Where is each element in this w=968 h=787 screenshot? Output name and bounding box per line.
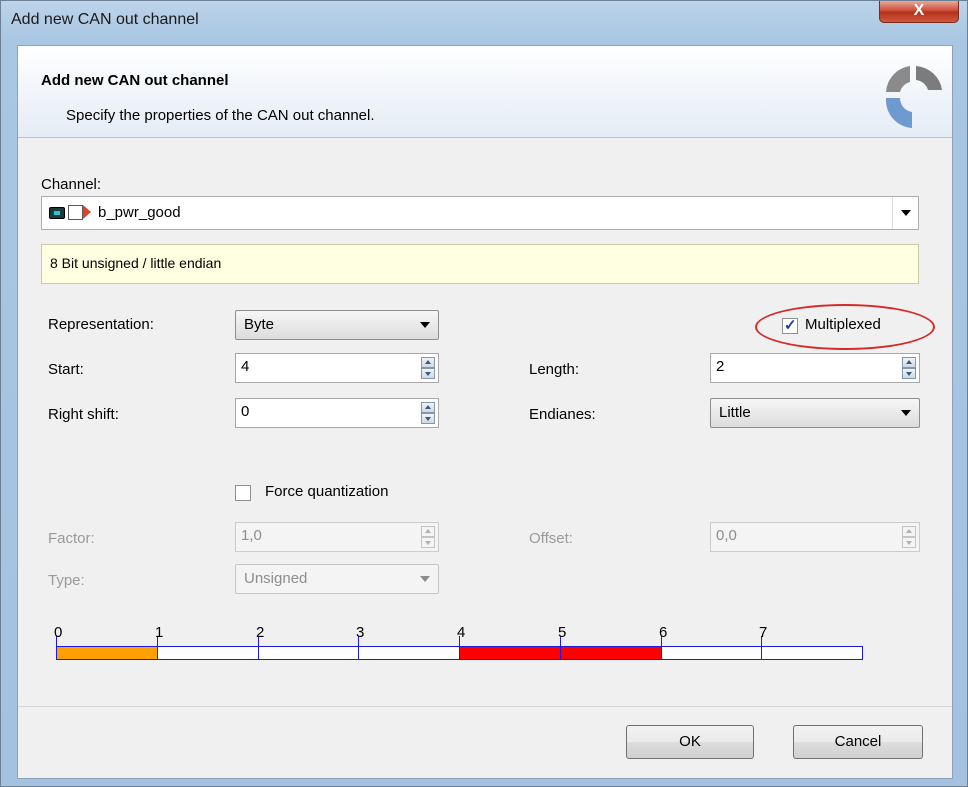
start-value: 4 — [241, 358, 250, 375]
footer-separator — [18, 706, 952, 707]
offset-label: Offset: — [529, 530, 573, 547]
offset-spinner[interactable] — [902, 526, 916, 548]
channel-dropdown-button[interactable] — [892, 197, 918, 229]
bit-cell — [56, 646, 158, 660]
force-quantization-checkbox[interactable] — [235, 485, 251, 501]
factor-input[interactable]: 1,0 — [235, 522, 439, 552]
channel-info: 8 Bit unsigned / little endian — [41, 244, 919, 284]
spin-up-icon[interactable] — [421, 357, 435, 368]
force-quantization-label: Force quantization — [265, 483, 389, 500]
endianes-label: Endianes: — [529, 406, 596, 423]
close-button[interactable]: X — [879, 1, 959, 23]
length-label: Length: — [529, 361, 580, 378]
endianes-select[interactable]: Little — [710, 398, 920, 428]
output-arrow-icon — [83, 205, 91, 219]
spin-down-icon[interactable] — [902, 368, 916, 379]
representation-label: Representation: — [48, 316, 154, 333]
length-value: 2 — [716, 358, 725, 375]
spin-down-icon[interactable] — [902, 537, 916, 548]
start-input[interactable]: 4 — [235, 353, 439, 383]
spin-up-icon[interactable] — [421, 402, 435, 413]
bit-index-label: 0 — [54, 624, 63, 641]
spin-up-icon[interactable] — [902, 357, 916, 368]
signal-icon — [68, 205, 83, 220]
device-icon — [49, 207, 65, 219]
length-spinner[interactable] — [902, 357, 916, 379]
factor-label: Factor: — [48, 530, 95, 547]
bit-cell — [358, 646, 460, 660]
dialog-client: Add new CAN out channel Specify the prop… — [17, 45, 953, 779]
factor-spinner[interactable] — [421, 526, 435, 548]
bit-cell — [157, 646, 259, 660]
bit-cell — [560, 646, 662, 660]
highlight-circle — [755, 304, 935, 350]
length-input[interactable]: 2 — [710, 353, 920, 383]
right-shift-spinner[interactable] — [421, 402, 435, 424]
chevron-down-icon — [420, 322, 430, 328]
header-subtitle: Specify the properties of the CAN out ch… — [66, 107, 375, 124]
bit-index-label: 5 — [558, 624, 567, 641]
bit-index-label: 2 — [256, 624, 265, 641]
bit-layout-bar: 0 1 2 3 4 5 6 7 — [54, 624, 863, 660]
right-shift-input[interactable]: 0 — [235, 398, 439, 428]
type-label: Type: — [48, 572, 85, 589]
bit-index-label: 6 — [659, 624, 668, 641]
chevron-down-icon — [420, 576, 430, 582]
bit-cell — [661, 646, 762, 660]
representation-select[interactable]: Byte — [235, 310, 439, 340]
start-spinner[interactable] — [421, 357, 435, 379]
channel-label: Channel: — [41, 176, 102, 193]
offset-value: 0,0 — [716, 527, 737, 544]
offset-input[interactable]: 0,0 — [710, 522, 920, 552]
dialog-window: Add new CAN out channel X Add new CAN ou… — [0, 0, 968, 787]
spin-down-icon[interactable] — [421, 413, 435, 424]
right-shift-label: Right shift: — [48, 406, 119, 423]
bit-index-label: 1 — [155, 624, 164, 641]
spin-down-icon[interactable] — [421, 368, 435, 379]
type-select[interactable]: Unsigned — [235, 564, 439, 594]
chevron-down-icon — [901, 210, 911, 216]
bit-index-label: 7 — [759, 624, 768, 641]
channel-value: b_pwr_good — [98, 204, 181, 221]
type-value: Unsigned — [244, 570, 308, 587]
window-title: Add new CAN out channel — [11, 11, 199, 28]
title-bar[interactable]: Add new CAN out channel — [1, 1, 968, 41]
endianes-value: Little — [719, 404, 751, 421]
header-title: Add new CAN out channel — [41, 72, 229, 89]
factor-value: 1,0 — [241, 527, 262, 544]
bit-index-label: 3 — [356, 624, 365, 641]
representation-value: Byte — [244, 316, 275, 333]
app-logo-icon — [885, 66, 942, 128]
ok-button[interactable]: OK — [626, 725, 754, 759]
channel-select[interactable]: b_pwr_good — [41, 196, 919, 230]
spin-up-icon[interactable] — [902, 526, 916, 537]
bit-cell — [258, 646, 359, 660]
bit-index-label: 4 — [457, 624, 466, 641]
bit-cell — [761, 646, 863, 660]
chevron-down-icon — [901, 410, 911, 416]
wizard-header: Add new CAN out channel Specify the prop… — [18, 46, 952, 138]
bit-cell — [459, 646, 561, 660]
spin-up-icon[interactable] — [421, 526, 435, 537]
spin-down-icon[interactable] — [421, 537, 435, 548]
right-shift-value: 0 — [241, 403, 250, 420]
start-label: Start: — [48, 361, 84, 378]
cancel-button[interactable]: Cancel — [793, 725, 923, 759]
